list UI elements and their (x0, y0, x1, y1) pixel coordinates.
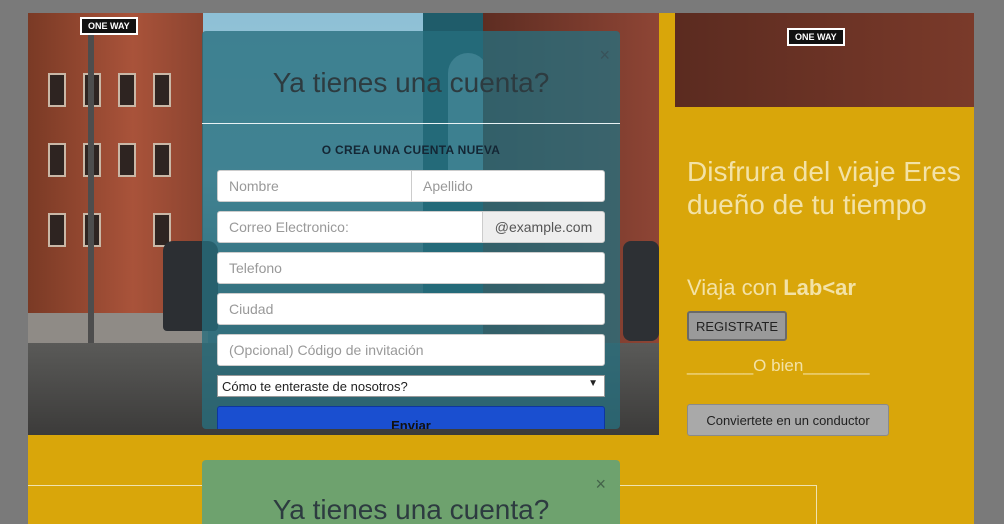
promo-headline: Disfrura del viaje Eres dueño de tu tiem… (687, 156, 961, 220)
first-name-input[interactable]: Nombre (217, 170, 412, 202)
become-driver-button[interactable]: Conviertete en un conductor (687, 404, 889, 436)
login-modal-secondary: Ya tienes una cuenta? × (202, 460, 620, 524)
modal-divider (202, 123, 620, 124)
window (153, 143, 171, 177)
select-value: Cómo te enteraste de nosotros? (222, 378, 408, 394)
signup-modal: Ya tienes una cuenta? × O CREA UNA CUENT… (202, 31, 620, 429)
one-way-sign: ONE WAY (787, 28, 845, 46)
close-icon[interactable]: × (595, 474, 606, 495)
last-name-input[interactable]: Apellido (411, 170, 605, 202)
city-input[interactable]: Ciudad (217, 293, 605, 325)
phone-input[interactable]: Telefono (217, 252, 605, 284)
register-button[interactable]: REGISTRATE (687, 311, 787, 341)
window (153, 73, 171, 107)
chevron-down-icon: ▼ (588, 378, 598, 389)
modal-title: Ya tienes una cuenta? (272, 494, 550, 524)
parked-car (623, 241, 659, 341)
email-input[interactable]: Correo Electronico: (217, 211, 483, 243)
brand-name: Lab<ar (783, 275, 856, 300)
tagline-prefix: Viaja con (687, 275, 784, 300)
window (118, 73, 136, 107)
modal-subtitle: O CREA UNA CUENTA NUEVA (321, 143, 501, 157)
or-separator: _______O bien_______ (687, 356, 870, 375)
window (48, 213, 66, 247)
referral-source-select[interactable]: Cómo te enteraste de nosotros? ▼ (217, 375, 605, 397)
invite-code-input[interactable]: (Opcional) Código de invitación (217, 334, 605, 366)
submit-button[interactable]: Enviar (217, 406, 605, 429)
page: ONE WAY ONE WAY Disfrura del viaje Eres … (28, 13, 974, 524)
right-photo-strip: ONE WAY (675, 13, 974, 107)
window (48, 73, 66, 107)
sign-pole (88, 23, 94, 343)
one-way-sign: ONE WAY (80, 17, 138, 35)
promo-panel: Disfrura del viaje Eres dueño de tu tiem… (659, 107, 974, 436)
window (48, 143, 66, 177)
window (118, 143, 136, 177)
email-domain-addon: @example.com (482, 211, 605, 243)
close-icon[interactable]: × (599, 45, 610, 66)
promo-tagline: Viaja con Lab<ar (687, 275, 856, 301)
modal-title: Ya tienes una cuenta? (272, 67, 550, 98)
